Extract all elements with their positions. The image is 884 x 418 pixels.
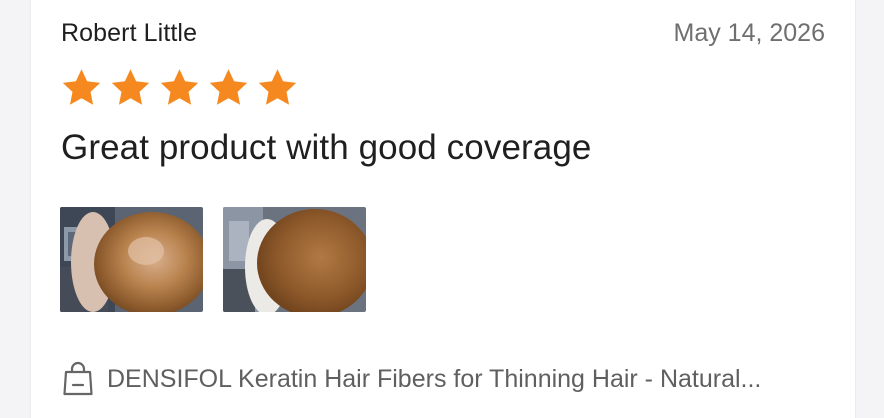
reviewer-name: Robert Little (61, 19, 198, 47)
product-name[interactable]: DENSIFOL Keratin Hair Fibers for Thinnin… (107, 365, 761, 394)
star-rating (59, 66, 300, 110)
star-icon (209, 69, 248, 105)
review-date: May 14, 2026 (673, 19, 826, 47)
shopping-bag-icon (63, 361, 93, 396)
review-card: Robert Little May 14, 2026 Great product… (30, 0, 856, 418)
review-photo-before[interactable] (60, 207, 203, 312)
product-link[interactable]: DENSIFOL Keratin Hair Fibers for Thinnin… (61, 359, 761, 399)
star-icon (62, 69, 101, 105)
star-icon (258, 69, 297, 105)
review-headline: Great product with good coverage (61, 128, 592, 167)
star-icon (160, 69, 199, 105)
star-icon (111, 69, 150, 105)
review-photos (60, 207, 366, 312)
review-photo-after[interactable] (223, 207, 366, 312)
